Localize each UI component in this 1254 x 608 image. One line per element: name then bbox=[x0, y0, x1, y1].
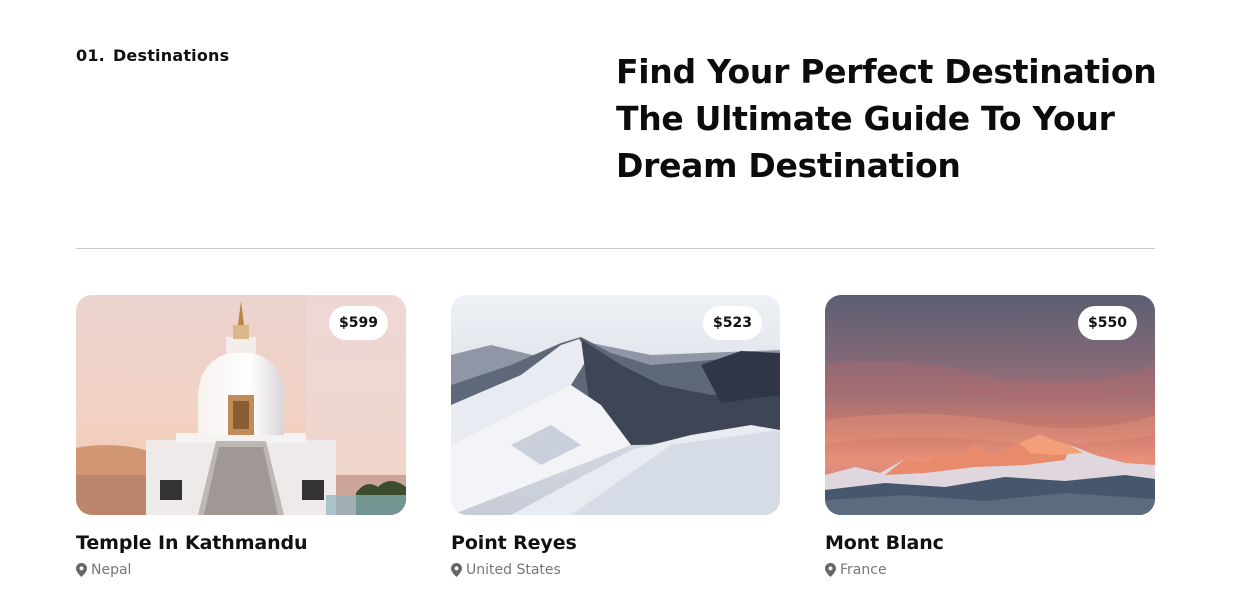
location-text: Nepal bbox=[91, 562, 132, 578]
destination-title[interactable]: Point Reyes bbox=[451, 532, 780, 554]
destination-location: France bbox=[825, 562, 1155, 578]
destination-card-kathmandu[interactable]: $599 Temple In Kathmandu Nepal bbox=[76, 295, 406, 578]
headline-line-2: The Ultimate Guide To Your bbox=[616, 99, 1115, 138]
price-badge: $599 bbox=[329, 306, 388, 340]
destination-image[interactable]: $550 bbox=[825, 295, 1155, 515]
map-pin-icon bbox=[451, 563, 462, 577]
section-divider bbox=[76, 248, 1155, 249]
location-text: United States bbox=[466, 562, 561, 578]
section-label: 01. Destinations bbox=[76, 46, 229, 65]
destination-title[interactable]: Mont Blanc bbox=[825, 532, 1155, 554]
destination-location: Nepal bbox=[76, 562, 406, 578]
map-pin-icon bbox=[825, 563, 836, 577]
destination-location: United States bbox=[451, 562, 780, 578]
map-pin-icon bbox=[76, 563, 87, 577]
destination-image[interactable]: $523 bbox=[451, 295, 780, 515]
destination-card-mont-blanc[interactable]: $550 Mont Blanc France bbox=[825, 295, 1155, 578]
section-number: 01. bbox=[76, 46, 105, 65]
headline-line-1: Find Your Perfect Destination bbox=[616, 52, 1157, 91]
section-title: Destinations bbox=[112, 46, 230, 65]
location-text: France bbox=[840, 562, 887, 578]
price-badge: $550 bbox=[1078, 306, 1137, 340]
price-badge: $523 bbox=[703, 306, 762, 340]
headline-line-3: Dream Destination bbox=[616, 146, 961, 185]
destination-image[interactable]: $599 bbox=[76, 295, 406, 515]
destination-card-point-reyes[interactable]: $523 Point Reyes United States bbox=[451, 295, 780, 578]
destination-title[interactable]: Temple In Kathmandu bbox=[76, 532, 406, 554]
page-headline: Find Your Perfect Destination The Ultima… bbox=[616, 48, 1176, 189]
